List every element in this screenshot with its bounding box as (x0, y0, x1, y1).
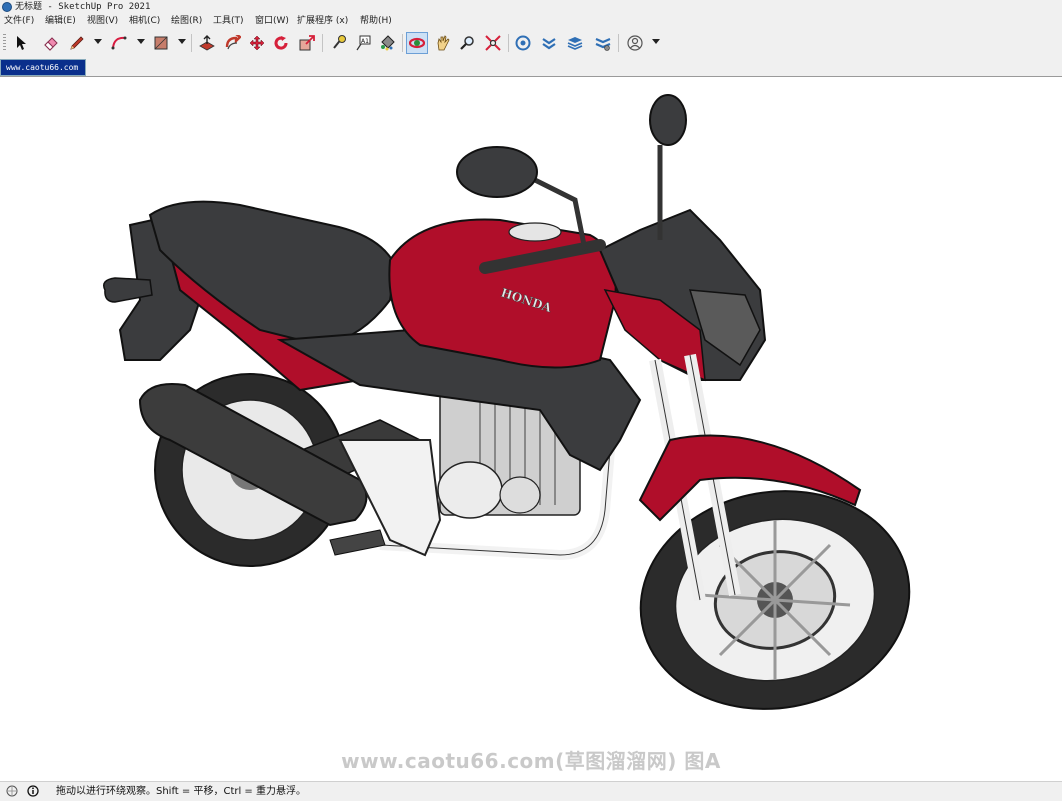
follow-me-icon (225, 35, 241, 50)
title-bar: 无标题 - SketchUp Pro 2021 (0, 0, 1062, 14)
extension-warehouse-icon (542, 38, 556, 50)
push-pull-icon (199, 35, 215, 51)
scene-tab[interactable]: www.caotu66.com (0, 59, 86, 76)
move-arrows-icon (249, 35, 265, 51)
large-toolset-toolbar: A1 (0, 29, 1062, 58)
arc-tool-button[interactable] (108, 32, 130, 54)
status-bar: 拖动以进行环绕观察。Shift = 平移，Ctrl = 重力悬浮。 (0, 781, 1062, 801)
tape-measure-icon (333, 35, 346, 49)
motorcycle-model: HONDA (103, 94, 911, 710)
pencil-icon (70, 36, 84, 50)
pan-hand-icon (437, 35, 450, 51)
menu-window[interactable]: 窗口(W) (255, 14, 289, 29)
sketchup-app-icon (2, 2, 12, 12)
text-tool-button[interactable]: A1 (352, 32, 374, 54)
arc-tool-dropdown-icon[interactable] (137, 39, 145, 44)
window-title: 无标题 - SketchUp Pro 2021 (15, 2, 151, 12)
user-account-icon (627, 35, 643, 51)
magnifier-icon (460, 36, 474, 50)
rectangle-tool-button[interactable] (150, 32, 172, 54)
select-arrow-icon (17, 36, 26, 50)
rotate-icon (274, 36, 288, 50)
scale-icon (299, 35, 315, 51)
line-tool-dropdown-icon[interactable] (94, 39, 102, 44)
menu-file[interactable]: 文件(F) (4, 14, 34, 29)
menu-tools[interactable]: 工具(T) (213, 14, 244, 29)
text-label-icon: A1 (356, 35, 371, 51)
scene-tabs-bar: www.caotu66.com (0, 57, 1062, 77)
extension-manager-icon (595, 37, 611, 51)
toolbar-separator (191, 34, 192, 52)
layout-stack-icon (567, 37, 583, 50)
account-dropdown-icon[interactable] (652, 39, 660, 44)
footpeg (329, 529, 386, 556)
paint-bucket-icon (381, 35, 395, 51)
paint-bucket-tool-button[interactable] (376, 32, 398, 54)
info-icon[interactable] (27, 785, 39, 797)
menu-edit[interactable]: 编辑(E) (45, 14, 76, 29)
move-tool-button[interactable] (246, 32, 268, 54)
select-tool-button[interactable] (10, 32, 32, 54)
push-pull-tool-button[interactable] (196, 32, 218, 54)
left-mirror (456, 146, 538, 198)
follow-me-tool-button[interactable] (222, 32, 244, 54)
3d-warehouse-button[interactable] (512, 32, 534, 54)
eraser-icon (44, 37, 58, 51)
account-button[interactable] (624, 32, 646, 54)
toolbar-separator (402, 34, 403, 52)
menu-bar: 文件(F) 编辑(E) 视图(V) 相机(C) 绘图(R) 工具(T) 窗口(W… (0, 14, 1062, 29)
rectangle-icon (154, 36, 168, 50)
menu-extensions[interactable]: 扩展程序 (x) (297, 14, 348, 29)
eraser-tool-button[interactable] (40, 32, 62, 54)
toolbar-grip[interactable] (3, 34, 6, 52)
toolbar-separator (618, 34, 619, 52)
watermark-text: www.caotu66.com(草图溜溜网) 图A (341, 749, 721, 773)
line-tool-button[interactable] (66, 32, 88, 54)
menu-view[interactable]: 视图(V) (87, 14, 118, 29)
orbit-tool-button[interactable] (406, 32, 428, 54)
modeling-viewport[interactable]: HONDA (0, 77, 1062, 781)
extension-warehouse-button[interactable] (538, 32, 560, 54)
orbit-icon (409, 37, 425, 49)
layout-button[interactable] (564, 32, 586, 54)
3d-warehouse-icon (515, 35, 531, 51)
fuel-cap (508, 222, 562, 242)
zoom-extents-icon (485, 35, 501, 51)
pan-tool-button[interactable] (432, 32, 454, 54)
tape-measure-tool-button[interactable] (328, 32, 350, 54)
toolbar-separator (508, 34, 509, 52)
scale-tool-button[interactable] (296, 32, 318, 54)
rotate-tool-button[interactable] (270, 32, 292, 54)
right-mirror (649, 94, 687, 146)
zoom-tool-button[interactable] (456, 32, 478, 54)
menu-camera[interactable]: 相机(C) (129, 14, 160, 29)
text-tool-glyph: A1 (361, 38, 369, 45)
toolbar-separator (322, 34, 323, 52)
status-message: 拖动以进行环绕观察。Shift = 平移，Ctrl = 重力悬浮。 (56, 786, 306, 797)
rectangle-tool-dropdown-icon[interactable] (178, 39, 186, 44)
extension-manager-button[interactable] (592, 32, 614, 54)
menu-draw[interactable]: 绘图(R) (171, 14, 202, 29)
menu-help[interactable]: 帮助(H) (360, 14, 392, 29)
geo-location-icon[interactable] (6, 785, 18, 797)
arc-icon (111, 36, 127, 50)
zoom-extents-tool-button[interactable] (482, 32, 504, 54)
